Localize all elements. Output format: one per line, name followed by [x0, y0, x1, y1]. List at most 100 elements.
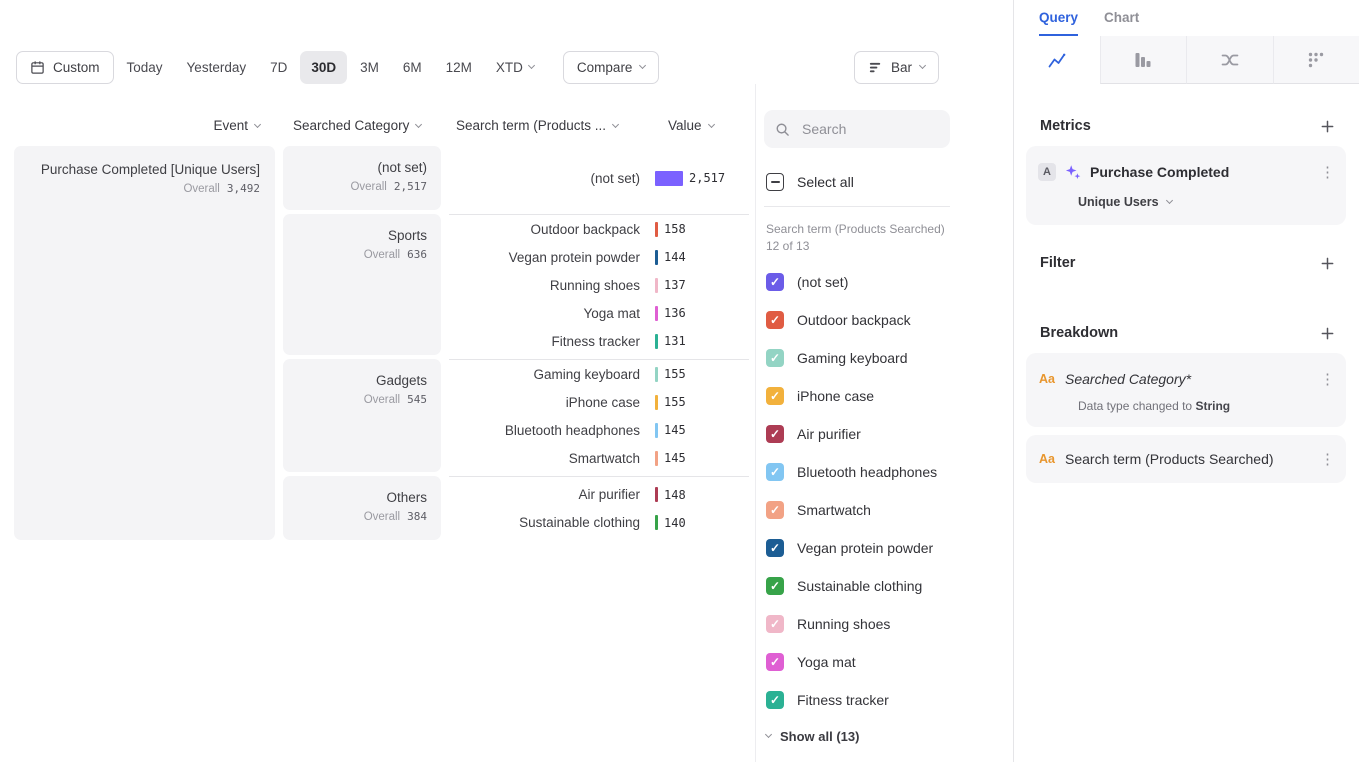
legend-item[interactable]: Vegan protein powder: [764, 529, 1003, 567]
category-card[interactable]: Sports Overall636: [283, 214, 441, 355]
column-header-category[interactable]: Searched Category: [283, 118, 441, 133]
add-filter-button[interactable]: [1320, 256, 1335, 271]
breakdown-property-name: Search term (Products Searched): [1065, 451, 1311, 467]
chevron-down-icon: [1166, 197, 1173, 204]
chart-type-button[interactable]: Bar: [854, 51, 939, 84]
legend-item[interactable]: Smartwatch: [764, 491, 1003, 529]
table-row[interactable]: Running shoes 137: [449, 271, 749, 299]
search-term-label: Air purifier: [449, 487, 640, 502]
table-row[interactable]: Air purifier 148: [449, 481, 749, 509]
series-checkbox[interactable]: [766, 577, 784, 595]
table-row[interactable]: Outdoor backpack 158: [449, 215, 749, 243]
search-term-label: Fitness tracker: [449, 334, 640, 349]
metric-card[interactable]: A Purchase Completed Unique Users: [1026, 146, 1346, 225]
kebab-menu-icon[interactable]: [1320, 370, 1334, 388]
value-bar: [655, 515, 658, 530]
series-checkbox[interactable]: [766, 691, 784, 709]
category-group: (not set) Overall2,517 (not set): [283, 146, 749, 210]
series-checkbox[interactable]: [766, 501, 784, 519]
icon-tab-insights[interactable]: [1014, 36, 1100, 84]
table-row[interactable]: Bluetooth headphones 145: [449, 416, 749, 444]
range-12m[interactable]: 12M: [435, 51, 483, 84]
table-row[interactable]: iPhone case 155: [449, 388, 749, 416]
select-all-checkbox[interactable]: [766, 173, 784, 191]
range-3m[interactable]: 3M: [349, 51, 390, 84]
legend-item[interactable]: Gaming keyboard: [764, 339, 1003, 377]
value-label: 148: [664, 488, 686, 502]
range-6m[interactable]: 6M: [392, 51, 433, 84]
value-bar: [655, 171, 683, 186]
measure-dropdown[interactable]: Unique Users: [1078, 195, 1172, 209]
series-label: Yoga mat: [797, 654, 856, 670]
range-yesterday[interactable]: Yesterday: [176, 51, 258, 84]
series-checkbox[interactable]: [766, 653, 784, 671]
category-card[interactable]: (not set) Overall2,517: [283, 146, 441, 210]
query-builder: Metrics A Purchase Completed Unique User…: [1014, 84, 1359, 483]
category-card[interactable]: Gadgets Overall545: [283, 359, 441, 472]
series-checkbox[interactable]: [766, 311, 784, 329]
table-row[interactable]: Sustainable clothing 140: [449, 509, 749, 537]
plus-icon: [1320, 326, 1335, 341]
category-card[interactable]: Others Overall384: [283, 476, 441, 540]
legend-item[interactable]: Outdoor backpack: [764, 301, 1003, 339]
series-checkbox[interactable]: [766, 425, 784, 443]
series-checkbox[interactable]: [766, 273, 784, 291]
table-row[interactable]: Smartwatch 145: [449, 444, 749, 472]
table-row[interactable]: Gaming keyboard 155: [449, 360, 749, 388]
select-all[interactable]: Select all: [764, 164, 1003, 200]
breakdown-card-search-term[interactable]: Aa Search term (Products Searched): [1026, 435, 1346, 483]
legend-item[interactable]: Air purifier: [764, 415, 1003, 453]
series-checkbox[interactable]: [766, 539, 784, 557]
kebab-menu-icon[interactable]: [1320, 450, 1334, 468]
series-checkbox[interactable]: [766, 615, 784, 633]
search-term-label: Vegan protein powder: [449, 250, 640, 265]
table-row[interactable]: (not set) 2,517: [449, 164, 749, 192]
compare-button[interactable]: Compare: [563, 51, 660, 84]
tab-chart[interactable]: Chart: [1104, 0, 1139, 36]
metrics-title: Metrics: [1040, 118, 1091, 134]
column-header-value[interactable]: Value: [668, 118, 714, 133]
event-card[interactable]: Purchase Completed [Unique Users] Overal…: [14, 146, 275, 540]
category-overall: Overall545: [283, 393, 427, 406]
series-checkbox[interactable]: [766, 463, 784, 481]
series-label: Running shoes: [797, 616, 890, 632]
legend-item[interactable]: Bluetooth headphones: [764, 453, 1003, 491]
column-header-term[interactable]: Search term (Products ...: [449, 118, 668, 133]
chevron-down-icon: [707, 120, 714, 127]
breakdown-card-category[interactable]: Aa Searched Category* Data type changed …: [1026, 353, 1346, 427]
icon-tab-flows[interactable]: [1186, 36, 1273, 84]
table-row[interactable]: Vegan protein powder 144: [449, 243, 749, 271]
legend-item[interactable]: iPhone case: [764, 377, 1003, 415]
retention-icon: [1306, 50, 1326, 70]
series-label: Fitness tracker: [797, 692, 889, 708]
search-input[interactable]: [800, 120, 940, 138]
legend-search: [764, 110, 950, 148]
legend-item[interactable]: Sustainable clothing: [764, 567, 1003, 605]
column-header-event[interactable]: Event: [14, 118, 275, 133]
range-7d[interactable]: 7D: [259, 51, 298, 84]
icon-tab-funnels[interactable]: [1100, 36, 1187, 84]
custom-date-button[interactable]: Custom: [16, 51, 114, 84]
series-checkbox[interactable]: [766, 349, 784, 367]
icon-tab-retention[interactable]: [1273, 36, 1359, 84]
range-30d[interactable]: 30D: [300, 51, 347, 84]
legend-item[interactable]: Running shoes: [764, 605, 1003, 643]
table-row[interactable]: Yoga mat 136: [449, 299, 749, 327]
range-today[interactable]: Today: [116, 51, 174, 84]
show-all-button[interactable]: Show all (13): [764, 729, 1003, 744]
kebab-menu-icon[interactable]: [1320, 163, 1334, 181]
legend-item[interactable]: Fitness tracker: [764, 681, 1003, 719]
value-label: 136: [664, 306, 686, 320]
event-column: Purchase Completed [Unique Users] Overal…: [14, 146, 275, 540]
legend-item[interactable]: Yoga mat: [764, 643, 1003, 681]
add-breakdown-button[interactable]: [1320, 326, 1335, 341]
metric-badge: A: [1038, 163, 1056, 181]
category-group: Sports Overall636 Outdoor backpack: [283, 214, 749, 355]
add-metric-button[interactable]: [1320, 119, 1335, 134]
table-row[interactable]: Fitness tracker 131: [449, 327, 749, 355]
series-checkbox[interactable]: [766, 387, 784, 405]
tab-query[interactable]: Query: [1039, 0, 1078, 36]
select-all-label: Select all: [797, 174, 854, 190]
range-xtd[interactable]: XTD: [485, 51, 545, 84]
legend-item[interactable]: (not set): [764, 263, 1003, 301]
